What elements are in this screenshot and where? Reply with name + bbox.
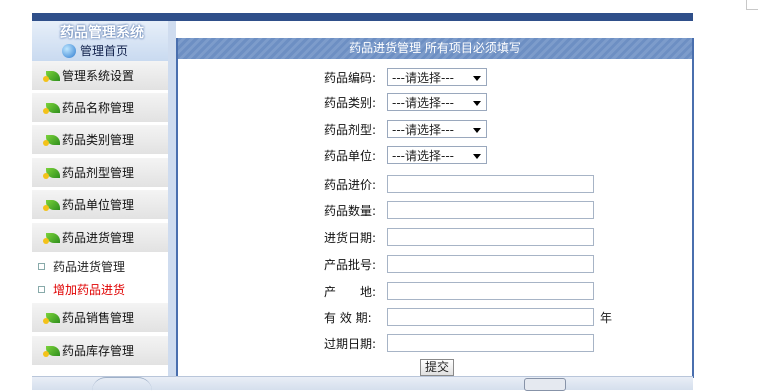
sidebar-item-system-settings[interactable]: 管理系统设置 (32, 61, 168, 91)
sidebar-item-label: 药品销售管理 (62, 311, 135, 325)
sidebar-item-drug-unit[interactable]: 药品单位管理 (32, 190, 168, 220)
leaf-icon (43, 345, 60, 357)
sidebar-item-label: 药品进货管理 (62, 231, 135, 245)
field-label: 产品批号: (324, 258, 377, 272)
drug-unit-select[interactable]: ---请选择--- (387, 146, 487, 164)
quantity-input[interactable] (387, 201, 594, 219)
form-row-purchase-price: 药品进价: (178, 173, 692, 195)
window-corner-box (746, 0, 758, 10)
form-row-origin: 产 地: (178, 280, 692, 302)
validity-input[interactable] (387, 308, 594, 326)
leaf-icon (43, 312, 60, 324)
leaf-icon (43, 167, 60, 179)
select-value: ---请选择--- (392, 123, 454, 137)
field-label: 药品进价: (324, 178, 377, 192)
dropdown-arrow-icon (473, 101, 481, 106)
subitem-add-purchase[interactable]: 增加药品进货 (32, 278, 168, 300)
leaf-icon (43, 102, 60, 114)
field-label: 药品单位: (324, 149, 377, 163)
expiry-date-input[interactable] (387, 334, 594, 352)
batch-number-input[interactable] (387, 255, 594, 273)
drug-form-select[interactable]: ---请选择--- (387, 120, 487, 138)
sidebar-item-label: 管理系统设置 (62, 69, 135, 83)
submit-button[interactable]: 提交 (420, 359, 454, 376)
drug-category-select[interactable]: ---请选择--- (387, 93, 487, 111)
globe-icon (62, 43, 76, 58)
origin-input[interactable] (387, 282, 594, 300)
purchase-date-input[interactable] (387, 228, 594, 246)
purchase-form-panel: 药品进货管理 所有项目必须填写 药品编码: ---请选择--- 药品类别: --… (176, 38, 694, 378)
home-label: 管理首页 (80, 44, 129, 58)
sidebar-item-label: 药品名称管理 (62, 101, 135, 115)
home-link[interactable]: 管理首页 (62, 42, 128, 59)
field-label: 药品剂型: (324, 123, 377, 137)
form-header: 药品进货管理 所有项目必须填写 (178, 38, 692, 59)
form-row-validity: 有 效 期: 年 (178, 306, 692, 328)
bottom-bar (32, 376, 693, 391)
field-label: 有 效 期: (324, 311, 372, 325)
drug-code-select[interactable]: ---请选择--- (387, 68, 487, 86)
sidebar-item-drug-name[interactable]: 药品名称管理 (32, 93, 168, 123)
sidebar-item-label: 药品库存管理 (62, 344, 135, 358)
form-row-quantity: 药品数量: (178, 199, 692, 221)
dropdown-arrow-icon (473, 76, 481, 81)
subitem-label: 增加药品进货 (53, 282, 126, 297)
form-row-drug-code: 药品编码: ---请选择--- (178, 66, 692, 88)
field-label: 药品类别: (324, 96, 377, 110)
form-row-expiry-date: 过期日期: (178, 332, 692, 354)
select-value: ---请选择--- (392, 149, 454, 163)
form-row-purchase-date: 进货日期: (178, 226, 692, 248)
sidebar-item-label: 药品剂型管理 (62, 166, 135, 180)
select-value: ---请选择--- (392, 96, 454, 110)
field-label: 过期日期: (324, 337, 377, 351)
sidebar-item-drug-stock[interactable]: 药品库存管理 (32, 336, 168, 366)
validity-unit: 年 (600, 311, 613, 325)
form-row-drug-unit: 药品单位: ---请选择--- (178, 144, 692, 166)
sidebar-item-label: 药品类别管理 (62, 133, 135, 147)
sidebar-item-label: 药品单位管理 (62, 198, 135, 212)
sidebar-item-drug-form[interactable]: 药品剂型管理 (32, 158, 168, 188)
bottom-control[interactable] (524, 378, 566, 391)
bullet-icon (38, 262, 45, 270)
sidebar-header: 药品管理系统 管理首页 (32, 21, 168, 61)
select-value: ---请选择--- (392, 71, 454, 85)
sidebar-splitter[interactable] (168, 21, 176, 376)
bullet-icon (38, 285, 45, 293)
subitem-label: 药品进货管理 (53, 259, 126, 274)
form-row-drug-form: 药品剂型: ---请选择--- (178, 118, 692, 140)
leaf-icon (43, 232, 60, 244)
form-row-drug-category: 药品类别: ---请选择--- (178, 91, 692, 113)
leaf-icon (43, 134, 60, 146)
sidebar-item-drug-sales[interactable]: 药品销售管理 (32, 303, 168, 333)
sidebar-item-drug-purchase[interactable]: 药品进货管理 (32, 223, 168, 253)
field-label: 药品数量: (324, 204, 377, 218)
purchase-price-input[interactable] (387, 175, 594, 193)
dropdown-arrow-icon (473, 154, 481, 159)
system-title: 药品管理系统 (60, 25, 144, 41)
sidebar: 药品管理系统 管理首页 管理系统设置 药品名称管理 药品类别管理 药品剂型管理 … (32, 21, 168, 376)
dropdown-arrow-icon (473, 128, 481, 133)
leaf-icon (43, 199, 60, 211)
form-row-batch-number: 产品批号: (178, 253, 692, 275)
top-banner-bar (32, 13, 693, 21)
field-label: 药品编码: (324, 71, 377, 85)
subitem-purchase-manage[interactable]: 药品进货管理 (32, 255, 168, 277)
leaf-icon (43, 70, 60, 82)
field-label: 产 地: (324, 285, 377, 299)
sidebar-item-drug-category[interactable]: 药品类别管理 (32, 125, 168, 155)
field-label: 进货日期: (324, 231, 377, 245)
